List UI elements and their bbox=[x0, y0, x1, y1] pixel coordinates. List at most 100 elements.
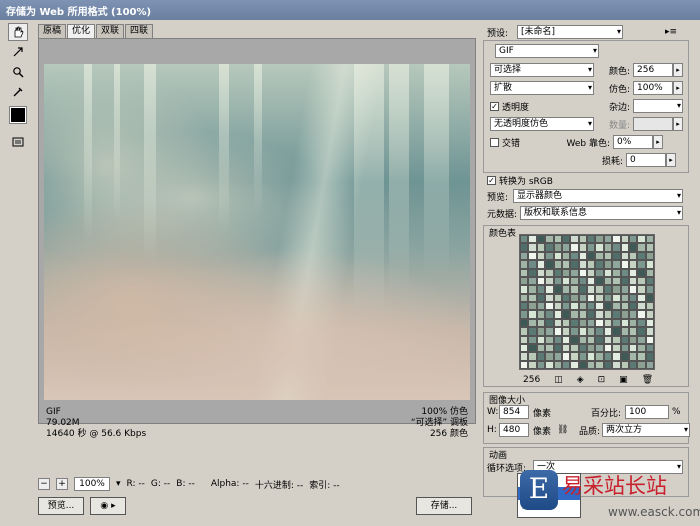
eyedropper-color-swatch[interactable] bbox=[9, 106, 27, 124]
preset-select[interactable]: [未命名] bbox=[517, 25, 623, 39]
chevron-down-icon[interactable]: ▾ bbox=[116, 479, 121, 489]
color-swatch[interactable] bbox=[578, 343, 587, 353]
color-swatch[interactable] bbox=[620, 235, 629, 244]
color-swatch[interactable] bbox=[528, 343, 537, 353]
color-swatch[interactable] bbox=[578, 285, 587, 294]
color-swatch[interactable] bbox=[561, 360, 571, 369]
color-swatch[interactable] bbox=[561, 335, 571, 344]
color-swatch[interactable] bbox=[628, 318, 638, 328]
color-swatch[interactable] bbox=[578, 327, 587, 336]
color-swatch[interactable] bbox=[595, 235, 604, 244]
color-swatch[interactable] bbox=[570, 276, 579, 286]
color-swatch[interactable] bbox=[536, 260, 546, 269]
dither-arrow[interactable]: ▸ bbox=[673, 81, 683, 95]
color-swatch[interactable] bbox=[520, 293, 529, 302]
new-color-icon[interactable]: ▣ bbox=[619, 375, 628, 385]
color-swatch[interactable] bbox=[561, 243, 571, 252]
color-swatch[interactable] bbox=[587, 335, 596, 344]
color-swatch[interactable] bbox=[628, 276, 638, 286]
color-swatch[interactable] bbox=[545, 251, 554, 261]
color-swatch[interactable] bbox=[645, 268, 654, 277]
delete-color-icon[interactable]: 🗑 bbox=[642, 375, 653, 385]
color-swatch[interactable] bbox=[553, 360, 562, 369]
color-swatch[interactable] bbox=[587, 310, 596, 319]
slice-select-icon[interactable] bbox=[8, 43, 28, 61]
color-swatch[interactable] bbox=[645, 260, 654, 269]
color-swatch[interactable] bbox=[520, 251, 529, 261]
color-swatch[interactable] bbox=[561, 293, 571, 302]
tab-2up[interactable]: 双联 bbox=[96, 24, 125, 38]
color-swatch[interactable] bbox=[628, 268, 638, 277]
color-swatch[interactable] bbox=[528, 360, 537, 369]
color-swatch[interactable] bbox=[578, 293, 587, 302]
color-swatch[interactable] bbox=[603, 352, 613, 361]
color-swatch[interactable] bbox=[628, 243, 638, 252]
color-swatch[interactable] bbox=[561, 276, 571, 286]
color-swatch[interactable] bbox=[570, 251, 579, 261]
web-snap-arrow[interactable]: ▸ bbox=[653, 135, 663, 149]
color-swatch[interactable] bbox=[603, 251, 613, 261]
color-swatch[interactable] bbox=[603, 302, 613, 311]
color-swatch[interactable] bbox=[545, 235, 554, 244]
color-swatch[interactable] bbox=[603, 285, 613, 294]
color-swatch[interactable] bbox=[561, 302, 571, 311]
color-swatch[interactable] bbox=[528, 293, 537, 302]
color-swatch[interactable] bbox=[628, 293, 638, 302]
preview-canvas[interactable]: GIF 79.02M 14640 秒 @ 56.6 Kbps 100% 仿色 “… bbox=[38, 38, 476, 439]
color-swatch[interactable] bbox=[628, 235, 638, 244]
color-swatch[interactable] bbox=[595, 243, 604, 252]
tab-original[interactable]: 原稿 bbox=[38, 24, 67, 38]
color-swatch[interactable] bbox=[528, 276, 537, 286]
lock-color-icon[interactable]: ⊡ bbox=[598, 375, 606, 385]
lossy-field[interactable]: 0 bbox=[626, 153, 666, 167]
color-swatch[interactable] bbox=[612, 276, 621, 286]
color-swatch[interactable] bbox=[553, 310, 562, 319]
color-swatch[interactable] bbox=[628, 335, 638, 344]
color-table[interactable] bbox=[519, 234, 655, 370]
height-field[interactable]: 480 bbox=[499, 423, 529, 437]
color-swatch[interactable] bbox=[561, 318, 571, 328]
color-swatch[interactable] bbox=[520, 335, 529, 344]
color-swatch[interactable] bbox=[620, 327, 629, 336]
color-swatch[interactable] bbox=[520, 243, 529, 252]
save-button[interactable]: 存储... bbox=[416, 497, 472, 515]
color-swatch[interactable] bbox=[645, 310, 654, 319]
color-swatch[interactable] bbox=[620, 343, 629, 353]
color-swatch[interactable] bbox=[578, 360, 587, 369]
color-swatch[interactable] bbox=[620, 335, 629, 344]
color-swatch[interactable] bbox=[545, 310, 554, 319]
tab-optimized[interactable]: 优化 bbox=[67, 24, 96, 38]
color-swatch[interactable] bbox=[578, 352, 587, 361]
color-swatch[interactable] bbox=[536, 343, 546, 353]
color-swatch[interactable] bbox=[570, 235, 579, 244]
convert-srgb-checkbox[interactable]: ✓ bbox=[487, 176, 496, 185]
color-swatch[interactable] bbox=[528, 243, 537, 252]
color-swatch[interactable] bbox=[561, 260, 571, 269]
color-swatch[interactable] bbox=[612, 235, 621, 244]
tab-4up[interactable]: 四联 bbox=[125, 24, 154, 38]
color-swatch[interactable] bbox=[628, 360, 638, 369]
color-swatch[interactable] bbox=[578, 251, 587, 261]
color-swatch[interactable] bbox=[528, 235, 537, 244]
color-swatch[interactable] bbox=[553, 335, 562, 344]
color-swatch[interactable] bbox=[536, 335, 546, 344]
color-swatch[interactable] bbox=[578, 243, 587, 252]
color-swatch[interactable] bbox=[620, 276, 629, 286]
color-swatch[interactable] bbox=[620, 318, 629, 328]
color-swatch[interactable] bbox=[612, 360, 621, 369]
color-swatch[interactable] bbox=[570, 335, 579, 344]
color-swatch[interactable] bbox=[553, 318, 562, 328]
color-swatch[interactable] bbox=[536, 302, 546, 311]
color-swatch[interactable] bbox=[645, 318, 654, 328]
color-swatch[interactable] bbox=[587, 318, 596, 328]
color-swatch[interactable] bbox=[587, 268, 596, 277]
color-swatch[interactable] bbox=[595, 251, 604, 261]
color-swatch[interactable] bbox=[595, 343, 604, 353]
color-swatch[interactable] bbox=[528, 260, 537, 269]
color-swatch[interactable] bbox=[561, 327, 571, 336]
color-swatch[interactable] bbox=[587, 352, 596, 361]
color-swatch[interactable] bbox=[553, 268, 562, 277]
color-swatch[interactable] bbox=[612, 293, 621, 302]
color-swatch[interactable] bbox=[520, 302, 529, 311]
color-swatch[interactable] bbox=[587, 327, 596, 336]
